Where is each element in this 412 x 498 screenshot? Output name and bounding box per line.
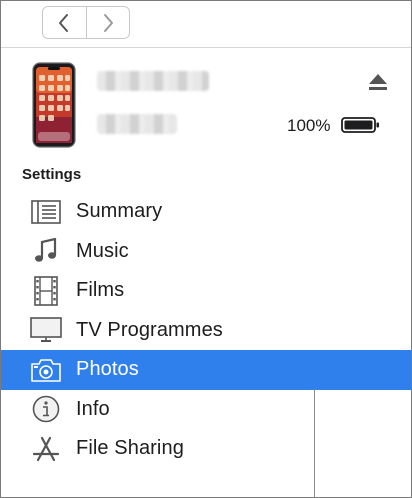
sidebar-item-label: Music	[76, 239, 129, 262]
device-name-redacted	[97, 71, 209, 91]
sidebar-item-tv-programmes[interactable]: TV Programmes	[1, 311, 411, 351]
sidebar-item-label: File Sharing	[76, 437, 184, 460]
sidebar-item-file-sharing[interactable]: File Sharing	[1, 429, 411, 469]
battery-icon	[341, 117, 379, 133]
sidebar-item-info[interactable]: Info	[1, 390, 411, 430]
film-strip-icon	[29, 275, 63, 306]
tv-icon	[29, 315, 63, 345]
settings-heading: Settings	[22, 166, 82, 183]
navigation-bar	[1, 1, 411, 48]
sidebar-item-photos[interactable]: Photos	[1, 350, 411, 390]
sidebar-item-label: Photos	[76, 358, 139, 381]
app-store-icon	[29, 434, 63, 464]
chevron-left-icon	[59, 13, 69, 32]
itunes-device-panel: 100% Settings Summary Music Films TV Pro…	[0, 0, 412, 498]
settings-list: Summary Music Films TV Programmes Photos…	[1, 192, 411, 469]
sidebar-item-label: Films	[76, 279, 125, 302]
sidebar-item-music[interactable]: Music	[1, 232, 411, 272]
info-icon	[29, 394, 63, 424]
history-buttons	[42, 6, 130, 39]
music-note-icon	[29, 236, 63, 266]
iphone-thumbnail[interactable]	[32, 62, 76, 148]
back-button[interactable]	[43, 7, 86, 38]
sidebar-item-films[interactable]: Films	[1, 271, 411, 311]
pane-divider	[314, 389, 315, 497]
sidebar-item-label: Info	[76, 397, 110, 420]
eject-icon[interactable]	[367, 73, 389, 91]
battery-percentage: 100%	[287, 116, 331, 135]
summary-icon	[29, 197, 63, 227]
device-capacity-redacted	[97, 114, 177, 134]
sidebar-item-summary[interactable]: Summary	[1, 192, 411, 232]
forward-button[interactable]	[85, 7, 130, 38]
sidebar-item-label: TV Programmes	[76, 318, 223, 341]
sidebar-item-label: Summary	[76, 200, 163, 223]
chevron-right-icon	[103, 13, 113, 32]
camera-icon	[29, 355, 63, 385]
